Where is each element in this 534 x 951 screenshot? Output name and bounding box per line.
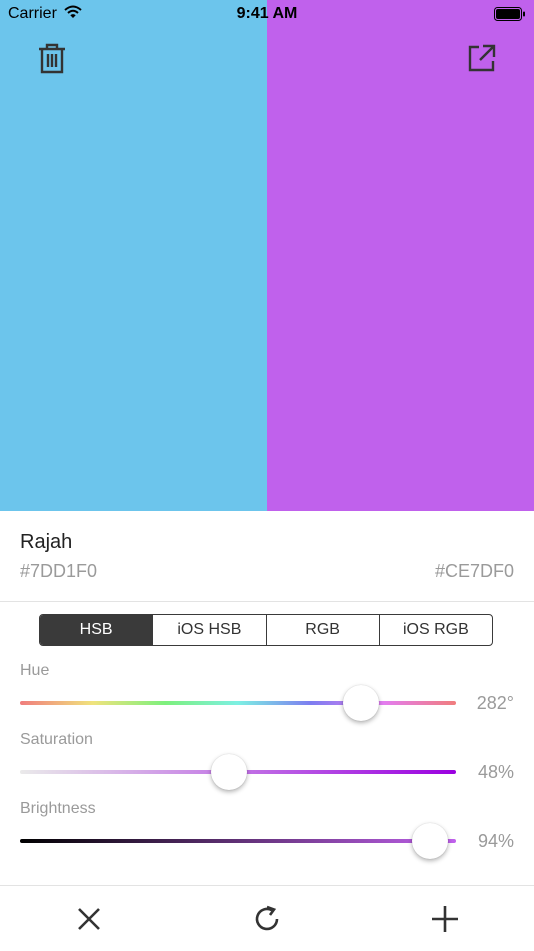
- brightness-slider-track[interactable]: [20, 839, 456, 843]
- battery-icon: [494, 7, 526, 26]
- hue-value: 282°: [476, 693, 514, 713]
- share-button[interactable]: [464, 40, 500, 76]
- status-bar: Carrier 9:41 AM: [0, 0, 534, 28]
- tab-rgb[interactable]: RGB: [265, 615, 379, 645]
- refresh-button[interactable]: [250, 902, 284, 936]
- saturation-slider-thumb[interactable]: [211, 754, 248, 790]
- right-color-swatch[interactable]: [267, 0, 534, 511]
- plus-icon: [432, 906, 458, 932]
- hex-left-value[interactable]: #7DD1F0: [20, 561, 97, 582]
- trash-icon: [39, 43, 65, 74]
- tab-ios-hsb[interactable]: iOS HSB: [152, 615, 265, 645]
- status-time: 9:41 AM: [236, 5, 298, 22]
- bottom-toolbar: [0, 885, 534, 951]
- saturation-value: 48%: [477, 762, 514, 782]
- color-swatches: [0, 0, 534, 511]
- hue-label: Hue: [20, 662, 50, 679]
- hue-slider-track[interactable]: [20, 701, 456, 705]
- hue-slider-thumb[interactable]: [343, 685, 380, 721]
- saturation-label: Saturation: [20, 731, 93, 748]
- left-color-swatch[interactable]: [0, 0, 267, 511]
- share-icon: [468, 44, 496, 72]
- brightness-slider-thumb[interactable]: [411, 823, 448, 859]
- tab-ios-rgb[interactable]: iOS RGB: [378, 615, 492, 645]
- close-icon: [78, 908, 100, 930]
- tab-hsb[interactable]: HSB: [40, 615, 153, 645]
- close-button[interactable]: [72, 902, 106, 936]
- brightness-value: 94%: [477, 831, 514, 851]
- color-info-panel: Rajah #7DD1F0 #CE7DF0: [0, 511, 534, 602]
- refresh-icon: [255, 905, 279, 931]
- hex-right-value[interactable]: #CE7DF0: [435, 561, 514, 582]
- add-button[interactable]: [428, 902, 462, 936]
- color-name: Rajah: [20, 531, 73, 553]
- brightness-label: Brightness: [20, 800, 96, 817]
- delete-button[interactable]: [34, 40, 70, 76]
- color-mode-selector: HSB iOS HSB RGB iOS RGB: [39, 614, 493, 646]
